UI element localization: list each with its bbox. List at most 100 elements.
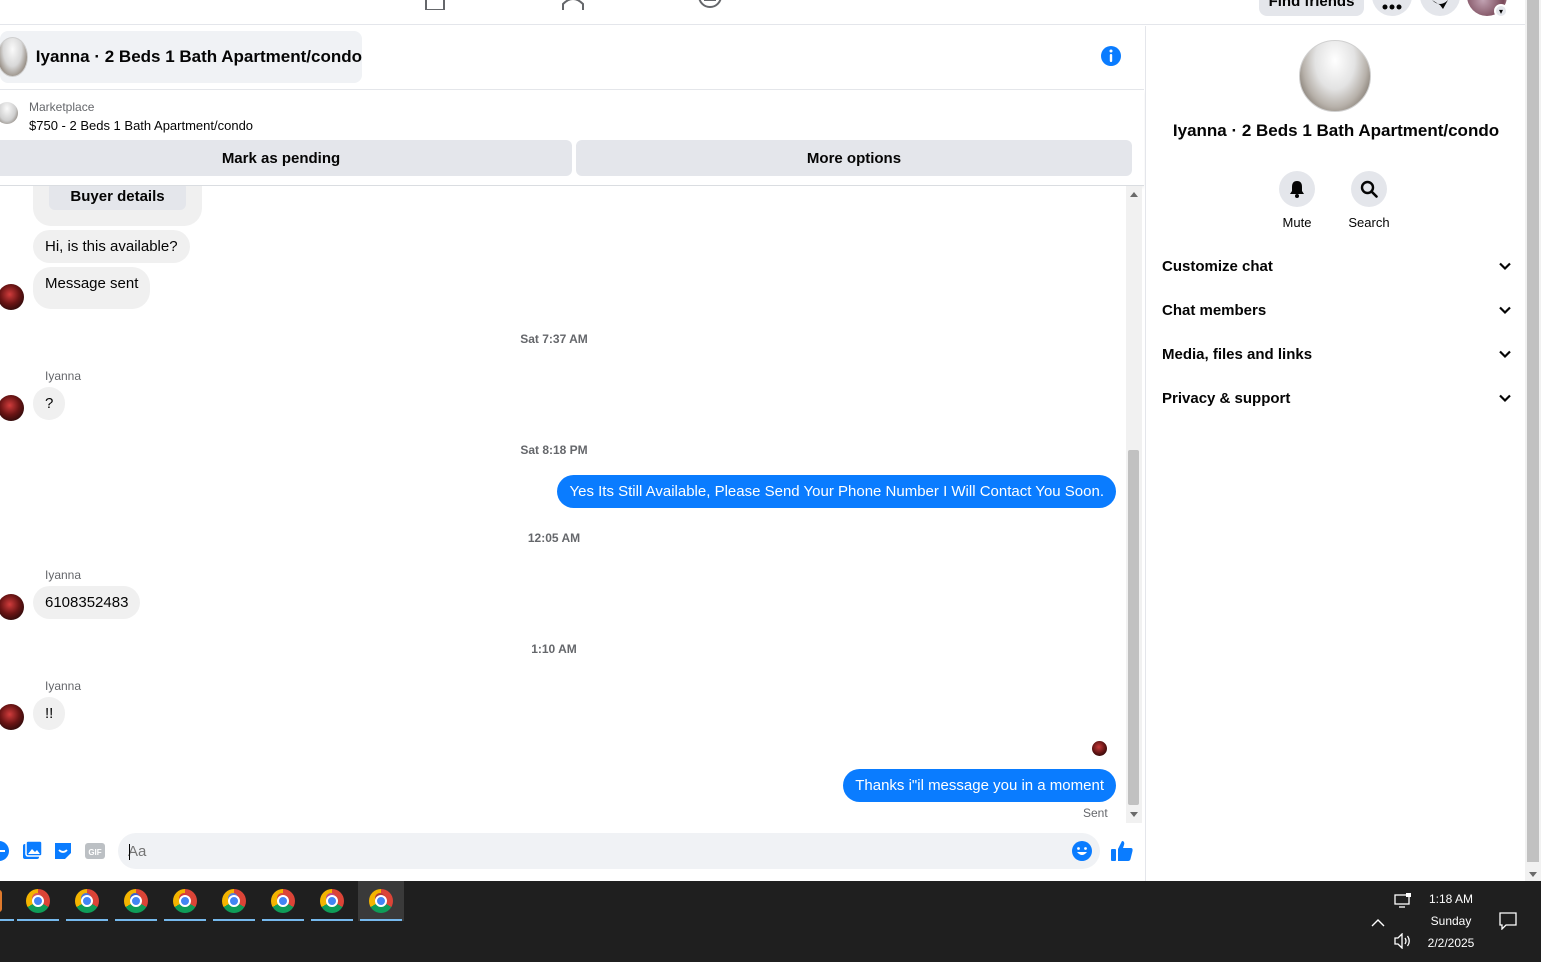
mute-button[interactable]: Mute — [1267, 171, 1327, 230]
message-scrollbar[interactable] — [1126, 186, 1142, 823]
scrollbar-thumb[interactable] — [1527, 0, 1539, 862]
marketplace-icon[interactable] — [697, 0, 723, 10]
home-icon[interactable] — [422, 0, 448, 11]
taskbar-chrome-window-active[interactable] — [358, 881, 404, 921]
chevron-down-icon — [1499, 306, 1511, 315]
avatar[interactable] — [0, 704, 24, 730]
messenger-icon[interactable] — [1420, 0, 1460, 16]
taskbar-chrome-window[interactable] — [162, 881, 208, 921]
active-indicator — [311, 919, 353, 921]
taskbar-chrome-window[interactable] — [113, 881, 159, 921]
seen-avatar — [1092, 741, 1107, 756]
listing-title[interactable]: $750 - 2 Beds 1 Bath Apartment/condo — [29, 118, 253, 133]
page-scrollbar[interactable] — [1525, 0, 1541, 881]
section-customize-chat[interactable]: Customize chat — [1162, 246, 1512, 286]
buyer-details-button[interactable]: Buyer details — [49, 186, 186, 210]
section-chat-members[interactable]: Chat members — [1162, 290, 1512, 330]
add-icon[interactable] — [0, 840, 10, 862]
bell-icon[interactable] — [1279, 171, 1315, 207]
sent-status: Sent — [1083, 806, 1108, 820]
taskbar-chrome-window[interactable] — [15, 881, 61, 921]
app-icon — [0, 890, 2, 912]
chevron-down-icon — [1499, 350, 1511, 359]
panel-title: Iyanna · 2 Beds 1 Bath Apartment/condo — [1172, 121, 1500, 140]
taskbar-chrome-window[interactable] — [64, 881, 110, 921]
clock-time[interactable]: 1:18 AM — [1420, 892, 1482, 906]
chat-title-button[interactable]: Iyanna · 2 Beds 1 Bath Apartment/condo — [0, 31, 362, 83]
network-icon[interactable] — [1394, 893, 1412, 914]
timestamp: Sat 7:37 AM — [520, 332, 588, 346]
emoji-icon[interactable] — [1071, 840, 1093, 862]
sender-name: Iyanna — [45, 568, 82, 582]
taskbar: 1:18 AM Sunday 2/2/2025 — [0, 881, 1541, 962]
volume-icon[interactable] — [1394, 932, 1412, 954]
taskbar-app[interactable] — [0, 881, 16, 921]
message-bubble[interactable]: 6108352483 — [33, 586, 141, 619]
composer: GIF — [0, 823, 1144, 881]
active-indicator — [115, 919, 157, 921]
chat-header: Iyanna · 2 Beds 1 Bath Apartment/condo — [0, 26, 1144, 90]
active-indicator — [164, 919, 206, 921]
chrome-icon — [124, 889, 148, 913]
photo-icon[interactable] — [21, 840, 43, 862]
taskbar-chrome-window[interactable] — [260, 881, 306, 921]
chevron-down-icon — [1499, 394, 1511, 403]
menu-icon[interactable] — [1372, 0, 1412, 16]
avatar[interactable] — [0, 594, 24, 620]
avatar[interactable] — [0, 284, 24, 310]
top-nav: Find friends ▾ — [0, 0, 1525, 25]
chat-title: Iyanna · 2 Beds 1 Bath Apartment/condo — [35, 47, 362, 66]
sender-name: Iyanna — [45, 679, 82, 693]
message-bubble[interactable]: Message sent — [33, 267, 151, 309]
active-indicator — [0, 919, 14, 921]
action-center-icon[interactable] — [1499, 912, 1517, 935]
avatar[interactable] — [0, 395, 24, 421]
more-options-button[interactable]: More options — [576, 140, 1132, 176]
friends-icon[interactable] — [560, 0, 586, 10]
chevron-down-icon[interactable]: ▾ — [1494, 4, 1508, 18]
show-hidden-icons-icon[interactable] — [1370, 915, 1386, 933]
message-list[interactable]: Buyer details Hi, is this available? Mes… — [0, 186, 1126, 823]
chrome-icon — [369, 889, 393, 913]
message-input[interactable] — [118, 833, 1100, 869]
message-bubble-sent[interactable]: Thanks i"il message you in a moment — [843, 769, 1116, 802]
active-indicator — [262, 919, 304, 921]
timestamp: 12:05 AM — [527, 531, 581, 545]
taskbar-chrome-window[interactable] — [211, 881, 257, 921]
message-bubble-sent[interactable]: Yes Its Still Available, Please Send You… — [557, 475, 1116, 508]
section-privacy-support[interactable]: Privacy & support — [1162, 378, 1512, 418]
search-icon[interactable] — [1351, 171, 1387, 207]
find-friends-button[interactable]: Find friends — [1259, 0, 1364, 16]
scrollbar-thumb[interactable] — [1128, 450, 1139, 805]
clock-day[interactable]: Sunday — [1420, 914, 1482, 928]
scroll-down-arrow-icon[interactable] — [1130, 812, 1138, 817]
search-button[interactable]: Search — [1339, 171, 1399, 230]
like-icon[interactable] — [1110, 839, 1134, 863]
section-media-files-links[interactable]: Media, files and links — [1162, 334, 1512, 374]
active-indicator — [213, 919, 255, 921]
scroll-down-arrow-icon[interactable] — [1529, 872, 1537, 877]
sender-name: Iyanna — [45, 369, 82, 383]
sticker-icon[interactable] — [52, 840, 74, 862]
active-indicator — [17, 919, 59, 921]
gif-icon[interactable]: GIF — [84, 840, 106, 862]
section-label: Privacy & support — [1162, 389, 1291, 407]
listing-avatar[interactable] — [1299, 40, 1371, 112]
taskbar-chrome-window[interactable] — [309, 881, 355, 921]
chrome-icon — [75, 889, 99, 913]
chrome-icon — [26, 889, 50, 913]
section-label: Media, files and links — [1162, 345, 1313, 363]
chrome-icon — [271, 889, 295, 913]
message-bubble[interactable]: Hi, is this available? — [33, 230, 190, 263]
clock-date[interactable]: 2/2/2025 — [1420, 936, 1482, 950]
message-bubble[interactable]: ? — [33, 387, 66, 420]
section-label: Customize chat — [1162, 257, 1273, 275]
search-label: Search — [1348, 215, 1390, 230]
message-bubble[interactable]: !! — [33, 697, 66, 730]
screen: Find friends ▾ Iyanna · 2 Beds 1 Bath Ap… — [0, 0, 1541, 962]
chrome-icon — [320, 889, 344, 913]
section-label: Chat members — [1162, 301, 1267, 319]
info-icon[interactable] — [1100, 45, 1122, 67]
scroll-up-arrow-icon[interactable] — [1130, 192, 1138, 197]
mark-as-pending-button[interactable]: Mark as pending — [0, 140, 572, 176]
